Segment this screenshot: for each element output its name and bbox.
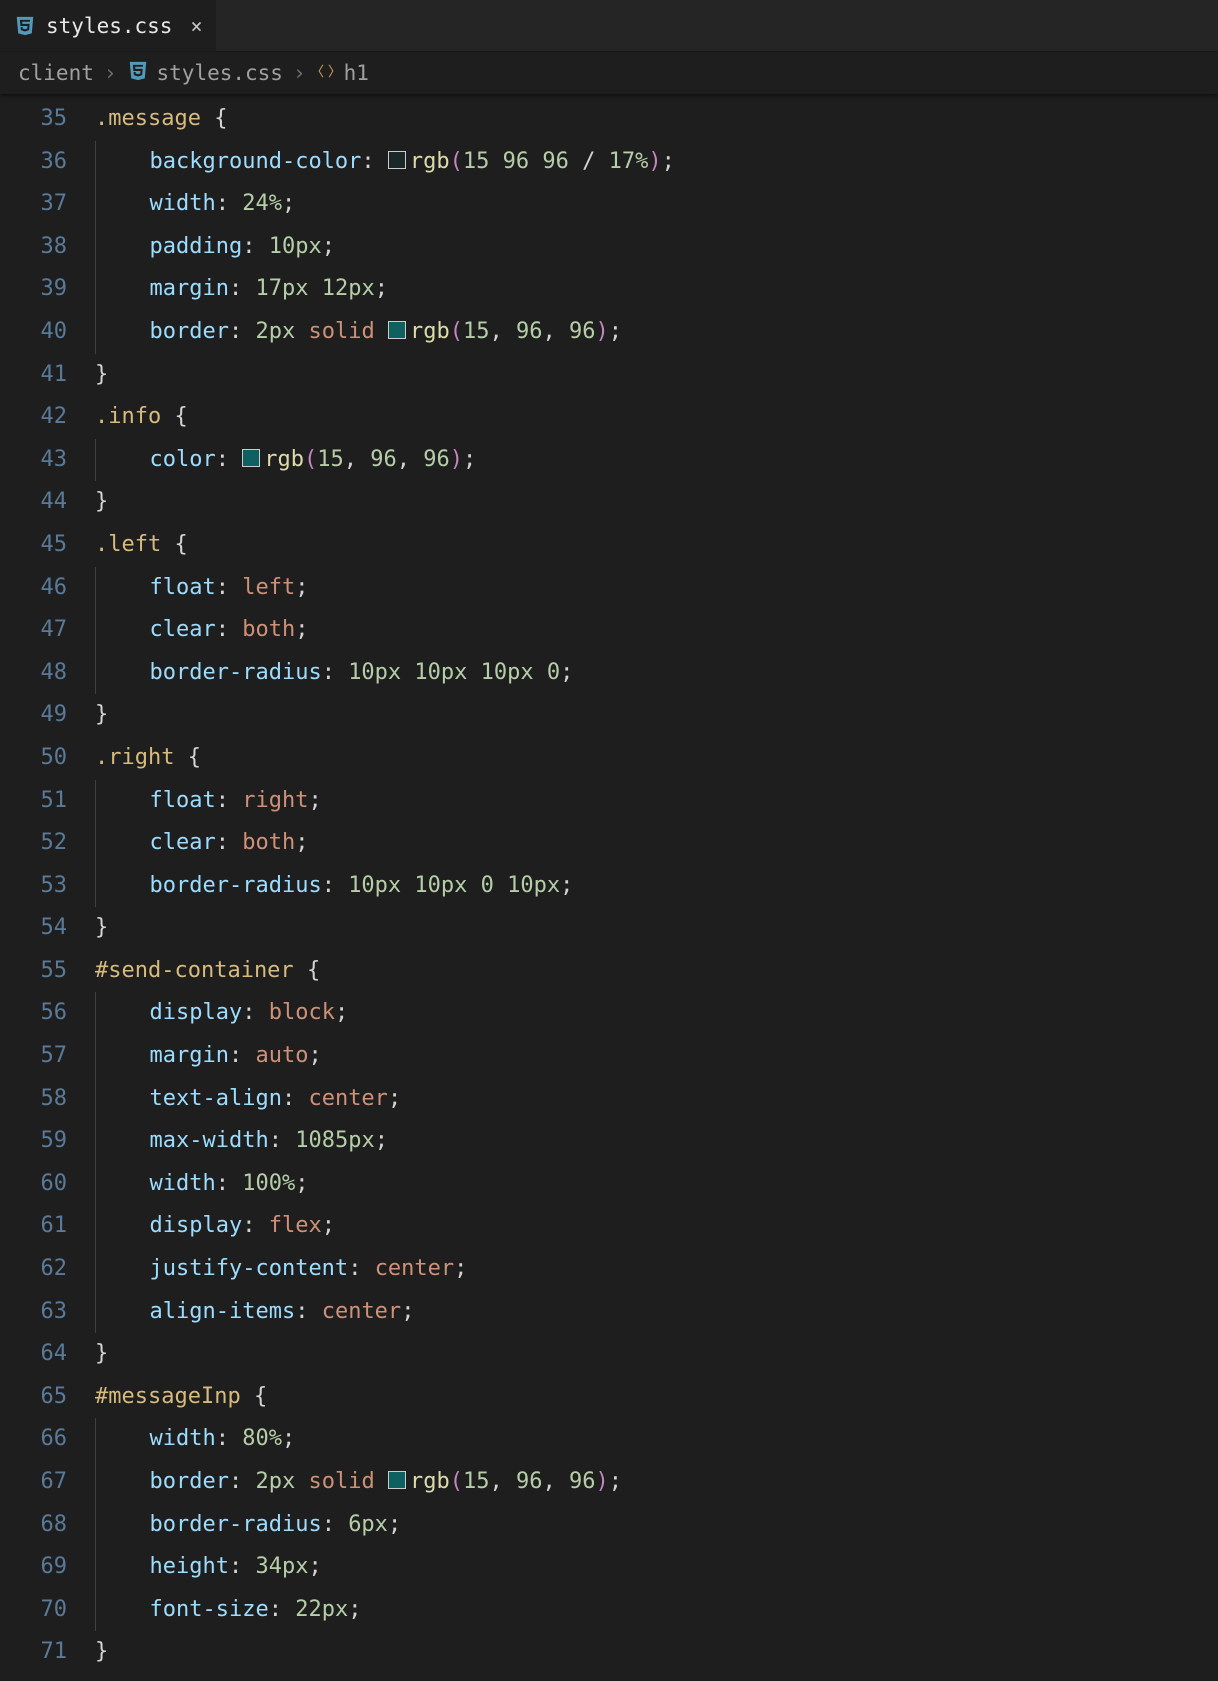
chevron-right-icon: › <box>293 61 306 85</box>
line-number: 46 <box>0 567 67 610</box>
code-line[interactable]: clear: both; <box>95 822 1218 865</box>
code-line[interactable]: border-radius: 6px; <box>95 1504 1218 1547</box>
editor-tab[interactable]: styles.css × <box>0 0 216 51</box>
code-line[interactable]: color: rgb(15, 96, 96); <box>95 439 1218 482</box>
line-number: 54 <box>0 907 67 950</box>
code-line[interactable]: display: flex; <box>95 1205 1218 1248</box>
code-line[interactable]: border: 2px solid rgb(15, 96, 96); <box>95 1461 1218 1504</box>
code-line[interactable]: margin: 17px 12px; <box>95 268 1218 311</box>
code-editor[interactable]: 3536373839404142434445464748495051525354… <box>0 94 1218 1681</box>
line-number: 41 <box>0 354 67 397</box>
line-number: 40 <box>0 311 67 354</box>
line-number: 60 <box>0 1163 67 1206</box>
code-line[interactable]: } <box>95 354 1218 397</box>
code-line[interactable]: } <box>95 907 1218 950</box>
line-number: 49 <box>0 694 67 737</box>
line-number: 37 <box>0 183 67 226</box>
code-content[interactable]: .message { background-color: rgb(15 96 9… <box>95 98 1218 1681</box>
code-line[interactable]: font-size: 22px; <box>95 1589 1218 1632</box>
line-number: 39 <box>0 268 67 311</box>
code-line[interactable]: width: 100%; <box>95 1163 1218 1206</box>
code-line[interactable]: #messageInp { <box>95 1376 1218 1419</box>
code-line[interactable]: } <box>95 694 1218 737</box>
line-number: 63 <box>0 1291 67 1334</box>
code-line[interactable]: } <box>95 1333 1218 1376</box>
code-line[interactable]: .right { <box>95 737 1218 780</box>
breadcrumb-folder[interactable]: client <box>18 61 94 85</box>
code-line[interactable]: float: left; <box>95 567 1218 610</box>
line-number: 51 <box>0 780 67 823</box>
line-number: 68 <box>0 1504 67 1547</box>
line-number: 66 <box>0 1418 67 1461</box>
line-number: 35 <box>0 98 67 141</box>
css-file-icon <box>14 15 36 37</box>
line-number: 57 <box>0 1035 67 1078</box>
line-number: 52 <box>0 822 67 865</box>
close-icon[interactable]: × <box>190 14 202 38</box>
code-line[interactable]: } <box>95 481 1218 524</box>
line-number: 38 <box>0 226 67 269</box>
line-number: 56 <box>0 992 67 1035</box>
css-file-icon <box>127 60 149 87</box>
code-line[interactable]: float: right; <box>95 780 1218 823</box>
chevron-right-icon: › <box>104 61 117 85</box>
code-line[interactable]: align-items: center; <box>95 1291 1218 1334</box>
code-line[interactable]: max-width: 1085px; <box>95 1120 1218 1163</box>
code-line[interactable]: height: 34px; <box>95 1546 1218 1589</box>
line-number-gutter: 3536373839404142434445464748495051525354… <box>0 98 95 1681</box>
line-number: 42 <box>0 396 67 439</box>
code-line[interactable]: width: 80%; <box>95 1418 1218 1461</box>
tab-bar: styles.css × <box>0 0 1218 52</box>
line-number: 70 <box>0 1589 67 1632</box>
line-number: 47 <box>0 609 67 652</box>
breadcrumb-file[interactable]: styles.css <box>127 60 283 87</box>
code-line[interactable]: .info { <box>95 396 1218 439</box>
code-line[interactable]: text-align: center; <box>95 1078 1218 1121</box>
code-line[interactable]: background-color: rgb(15 96 96 / 17%); <box>95 141 1218 184</box>
line-number: 59 <box>0 1120 67 1163</box>
line-number: 53 <box>0 865 67 908</box>
breadcrumb: client › styles.css › h1 <box>0 52 1218 94</box>
line-number: 55 <box>0 950 67 993</box>
line-number: 43 <box>0 439 67 482</box>
code-line[interactable]: margin: auto; <box>95 1035 1218 1078</box>
line-number: 58 <box>0 1078 67 1121</box>
line-number: 71 <box>0 1631 67 1674</box>
line-number: 48 <box>0 652 67 695</box>
line-number: 67 <box>0 1461 67 1504</box>
code-line[interactable]: border-radius: 10px 10px 0 10px; <box>95 865 1218 908</box>
line-number: 62 <box>0 1248 67 1291</box>
line-number: 69 <box>0 1546 67 1589</box>
code-line[interactable]: } <box>95 1631 1218 1674</box>
code-line[interactable]: clear: both; <box>95 609 1218 652</box>
line-number: 64 <box>0 1333 67 1376</box>
code-line[interactable]: display: block; <box>95 992 1218 1035</box>
code-line[interactable]: border: 2px solid rgb(15, 96, 96); <box>95 311 1218 354</box>
symbol-icon <box>316 61 336 86</box>
line-number: 45 <box>0 524 67 567</box>
code-line[interactable]: justify-content: center; <box>95 1248 1218 1291</box>
code-line[interactable]: #send-container { <box>95 950 1218 993</box>
code-line[interactable]: .message { <box>95 98 1218 141</box>
code-line[interactable]: .left { <box>95 524 1218 567</box>
line-number: 50 <box>0 737 67 780</box>
line-number: 65 <box>0 1376 67 1419</box>
code-line[interactable]: padding: 10px; <box>95 226 1218 269</box>
line-number: 61 <box>0 1205 67 1248</box>
tab-label: styles.css <box>46 14 172 38</box>
breadcrumb-symbol[interactable]: h1 <box>316 61 369 86</box>
line-number: 36 <box>0 141 67 184</box>
code-line[interactable]: border-radius: 10px 10px 10px 0; <box>95 652 1218 695</box>
code-line[interactable]: width: 24%; <box>95 183 1218 226</box>
line-number: 44 <box>0 481 67 524</box>
